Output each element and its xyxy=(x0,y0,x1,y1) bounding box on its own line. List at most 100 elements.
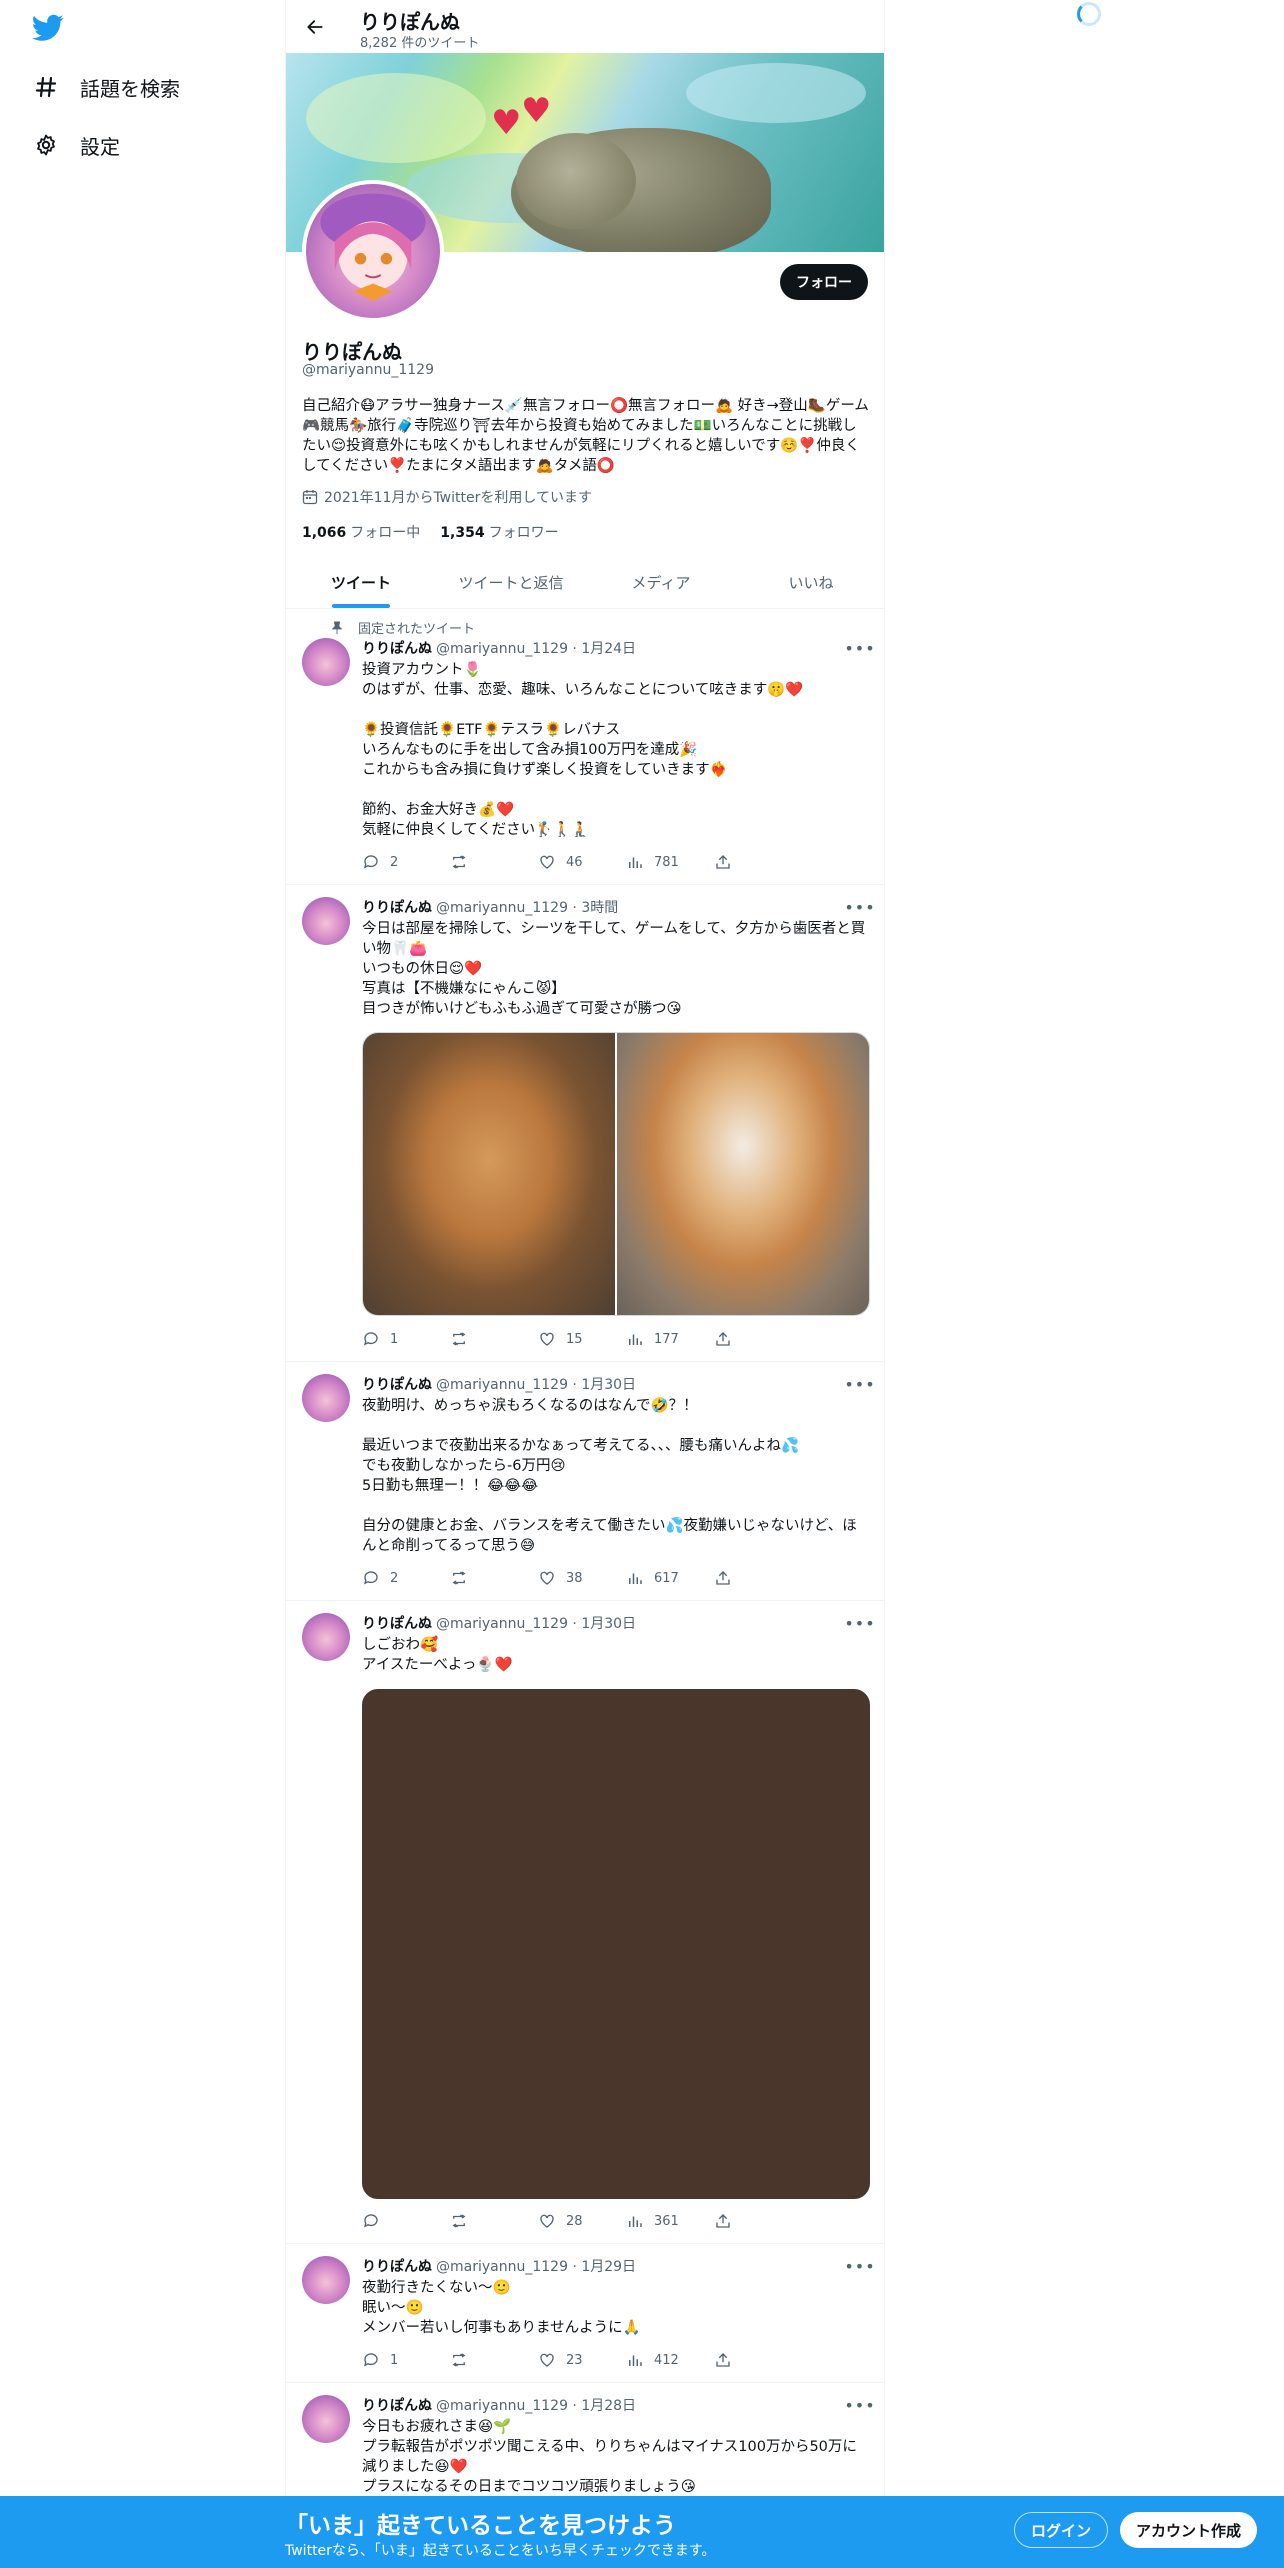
avatar[interactable] xyxy=(302,897,350,945)
more-options-icon[interactable]: ••• xyxy=(844,1374,874,1394)
like-button[interactable]: 46 xyxy=(538,853,626,871)
signup-banner-subtitle: Twitterなら、「いま」起きていることをいち早くチェックできます。 xyxy=(285,2543,716,2559)
like-button[interactable]: 28 xyxy=(538,2212,626,2230)
followers-link[interactable]: 1,354 フォロワー xyxy=(440,522,558,542)
followers-count: 1,354 xyxy=(440,525,485,541)
views-button[interactable]: 781 xyxy=(626,853,714,871)
heart-icon: ♥ xyxy=(521,91,552,131)
tweet-meta[interactable]: @mariyannu_1129 · 1月28日 xyxy=(436,2395,636,2415)
profile-avatar[interactable] xyxy=(302,180,444,322)
tweet-author[interactable]: りりぽんぬ xyxy=(362,1613,432,1633)
avatar[interactable] xyxy=(302,1613,350,1661)
twitter-logo-icon[interactable] xyxy=(31,14,64,42)
tweet[interactable]: りりぽんぬ @mariyannu_1129 · 1月29日 ••• 夜勤行きたく… xyxy=(286,2244,884,2383)
tweet-author[interactable]: りりぽんぬ xyxy=(362,1374,432,1394)
cat-photo-2[interactable] xyxy=(617,1033,869,1315)
tweet-meta[interactable]: @mariyannu_1129 · 1月30日 xyxy=(436,1374,636,1394)
tweet-meta[interactable]: @mariyannu_1129 · 1月29日 xyxy=(436,2256,636,2276)
reply-button[interactable] xyxy=(362,2212,450,2230)
tweet-author[interactable]: りりぽんぬ xyxy=(362,2256,432,2276)
tweet[interactable]: りりぽんぬ @mariyannu_1129 · 1月30日 ••• しごおわ🥰 … xyxy=(286,1601,884,2244)
reply-button[interactable]: 2 xyxy=(362,853,450,871)
tweet-meta[interactable]: @mariyannu_1129 · 3時間 xyxy=(436,897,618,917)
tweet[interactable]: りりぽんぬ @mariyannu_1129 · 3時間 ••• 今日は部屋を掃除… xyxy=(286,885,884,1362)
retweet-button[interactable] xyxy=(450,1569,538,1587)
login-button[interactable]: ログイン xyxy=(1014,2512,1109,2548)
sidebar-item-explore[interactable]: 話題を検索 xyxy=(32,65,180,109)
like-count: 28 xyxy=(566,2213,583,2229)
avatar[interactable] xyxy=(302,638,350,686)
like-button[interactable]: 23 xyxy=(538,2351,626,2369)
tweet-header: りりぽんぬ @mariyannu_1129 · 1月29日 xyxy=(362,2256,636,2276)
retweet-button[interactable] xyxy=(450,2351,538,2369)
share-button[interactable] xyxy=(714,2351,802,2369)
tweet-actions: 2 38 617 xyxy=(362,1569,802,1587)
like-button[interactable]: 38 xyxy=(538,1569,626,1587)
bar-chart-icon xyxy=(629,1573,642,1584)
reply-icon xyxy=(363,2353,378,2367)
reply-button[interactable]: 2 xyxy=(362,1569,450,1587)
back-arrow-icon[interactable] xyxy=(300,12,330,42)
retweet-button[interactable] xyxy=(450,853,538,871)
views-button[interactable]: 412 xyxy=(626,2351,714,2369)
share-button[interactable] xyxy=(714,853,802,871)
tweet-actions: 2 46 781 xyxy=(362,853,802,871)
reply-button[interactable]: 1 xyxy=(362,1330,450,1348)
tab-media[interactable]: メディア xyxy=(586,556,736,608)
reply-button[interactable]: 1 xyxy=(362,2351,450,2369)
share-button[interactable] xyxy=(714,1569,802,1587)
tweet-text: 投資アカウント🌷 のはずが、仕事、恋愛、趣味、いろんなことについて呟きます🤫❤️… xyxy=(362,662,804,838)
tab-tweets[interactable]: ツイート xyxy=(286,556,436,608)
tab-likes[interactable]: いいね xyxy=(736,556,884,608)
follow-stats: 1,066 フォロー中 1,354 フォロワー xyxy=(302,522,559,542)
cat-photo-1[interactable] xyxy=(363,1033,615,1315)
more-options-icon[interactable]: ••• xyxy=(844,897,874,917)
share-button[interactable] xyxy=(714,1330,802,1348)
tweet[interactable]: りりぽんぬ @mariyannu_1129 · 1月30日 ••• 夜勤明け、め… xyxy=(286,1362,884,1601)
tweet-media-photo[interactable] xyxy=(362,1689,870,2199)
view-count: 617 xyxy=(654,1570,679,1586)
profile-header-bar: りりぽんぬ 8,282 件のツイート xyxy=(286,0,884,53)
retweet-icon xyxy=(452,855,466,869)
tweet-author[interactable]: りりぽんぬ xyxy=(362,638,432,658)
calendar-icon xyxy=(302,489,318,505)
views-button[interactable]: 617 xyxy=(626,1569,714,1587)
more-options-icon[interactable]: ••• xyxy=(844,2395,874,2415)
views-button[interactable]: 177 xyxy=(626,1330,714,1348)
tweet-header: りりぽんぬ @mariyannu_1129 · 3時間 xyxy=(362,897,618,917)
avatar[interactable] xyxy=(302,1374,350,1422)
hashtag-icon xyxy=(32,73,60,101)
tweet-meta[interactable]: @mariyannu_1129 · 1月30日 xyxy=(436,1613,636,1633)
views-button[interactable]: 361 xyxy=(626,2212,714,2230)
retweet-icon xyxy=(452,1332,466,1346)
retweet-button[interactable] xyxy=(450,2212,538,2230)
bar-chart-icon xyxy=(629,2355,642,2366)
more-options-icon[interactable]: ••• xyxy=(844,638,874,658)
avatar[interactable] xyxy=(302,2256,350,2304)
follow-button[interactable]: フォロー xyxy=(780,264,868,300)
tweet-author[interactable]: りりぽんぬ xyxy=(362,897,432,917)
signup-button[interactable]: アカウント作成 xyxy=(1120,2512,1258,2548)
retweet-icon xyxy=(452,2353,466,2367)
tab-tweets-and-replies[interactable]: ツイートと返信 xyxy=(436,556,586,608)
reply-count: 1 xyxy=(390,1331,399,1347)
tweet-media-photos[interactable] xyxy=(362,1032,870,1316)
sidebar-item-settings[interactable]: 設定 xyxy=(32,123,120,167)
following-link[interactable]: 1,066 フォロー中 xyxy=(302,522,420,542)
bar-chart-icon xyxy=(629,2216,642,2227)
avatar[interactable] xyxy=(302,2395,350,2443)
like-button[interactable]: 15 xyxy=(538,1330,626,1348)
sidebar-item-label: 話題を検索 xyxy=(80,76,180,101)
tweet-meta[interactable]: @mariyannu_1129 · 1月24日 xyxy=(436,638,636,658)
header-name: りりぽんぬ xyxy=(360,10,460,34)
tweet-actions: 1 23 412 xyxy=(362,2351,802,2369)
more-options-icon[interactable]: ••• xyxy=(844,1613,874,1633)
tweet-author[interactable]: りりぽんぬ xyxy=(362,2395,432,2415)
profile-tabs: ツイート ツイートと返信 メディア いいね xyxy=(286,556,884,609)
tweet[interactable]: 固定されたツイート りりぽんぬ @mariyannu_1129 · 1月24日 … xyxy=(286,609,884,885)
profile-name: りりぽんぬ xyxy=(302,340,402,364)
retweet-button[interactable] xyxy=(450,1330,538,1348)
heart-icon xyxy=(540,2353,554,2367)
more-options-icon[interactable]: ••• xyxy=(844,2256,874,2276)
share-button[interactable] xyxy=(714,2212,802,2230)
